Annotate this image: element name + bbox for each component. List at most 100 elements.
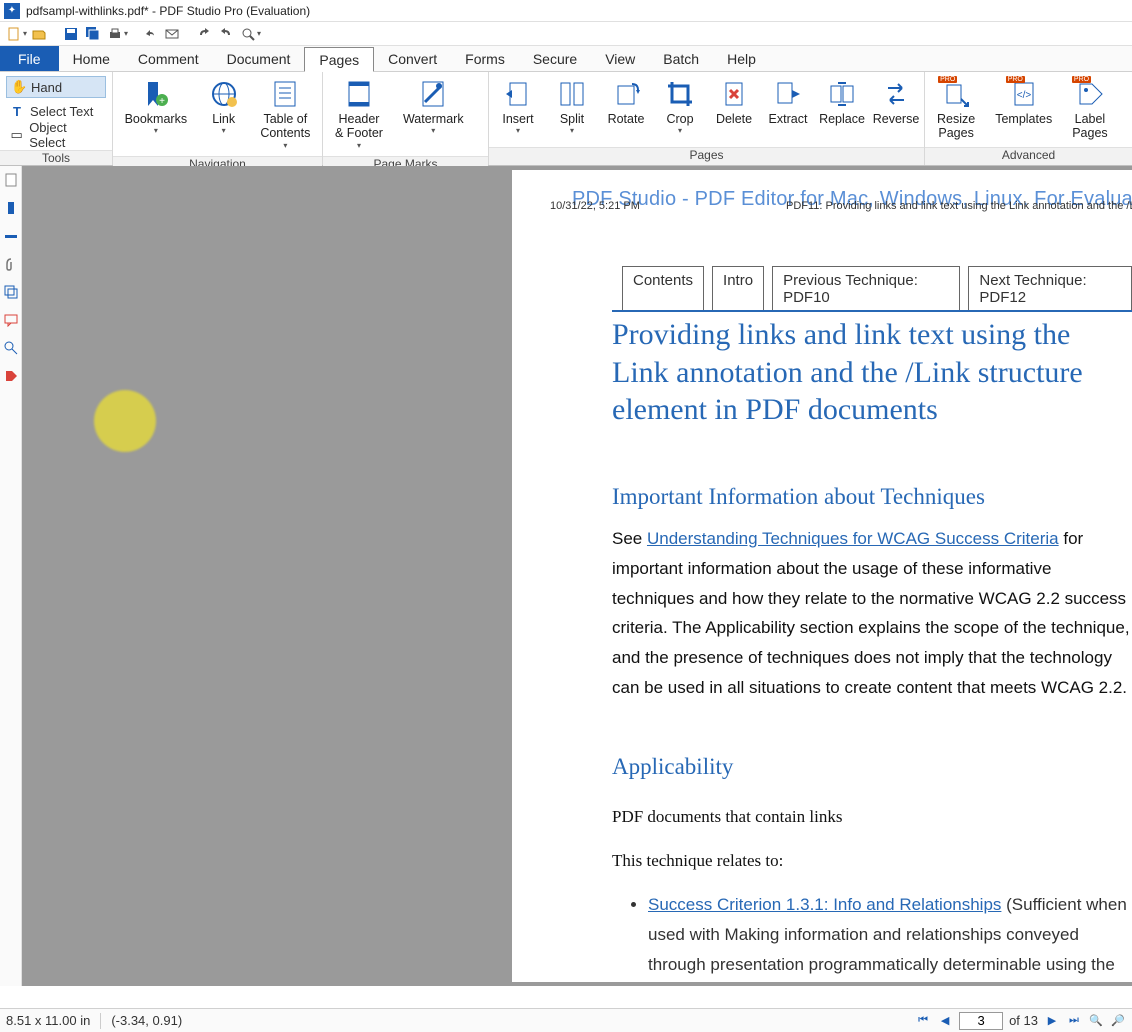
menu-batch[interactable]: Batch (649, 46, 713, 71)
resize-icon: PRO (940, 78, 972, 110)
link-icon (208, 78, 240, 110)
chevron-down-icon: ▾ (357, 141, 361, 150)
redo-icon[interactable] (216, 24, 236, 44)
email-icon[interactable] (162, 24, 182, 44)
contents-link[interactable]: Contents (622, 266, 704, 312)
page-gray-area (28, 170, 506, 982)
prev-page-button[interactable]: ◀ (937, 1013, 953, 1029)
extract-icon (772, 78, 804, 110)
menu-forms[interactable]: Forms (451, 46, 519, 71)
tool-select-text[interactable]: TSelect Text (6, 100, 106, 122)
menu-home[interactable]: Home (59, 46, 124, 71)
chevron-down-icon: ▾ (516, 126, 520, 135)
header-footer-icon (343, 78, 375, 110)
replace-button[interactable]: Replace (819, 76, 865, 128)
menu-view[interactable]: View (591, 46, 649, 71)
success-criterion-link[interactable]: Success Criterion 1.3.1: Info and Relati… (648, 895, 1001, 914)
menu-convert[interactable]: Convert (374, 46, 451, 71)
dropdown-icon[interactable]: ▾ (124, 29, 128, 38)
understanding-techniques-link[interactable]: Understanding Techniques for WCAG Succes… (647, 529, 1059, 548)
reverse-icon (880, 78, 912, 110)
revert-icon[interactable] (140, 24, 160, 44)
hand-icon: ✋ (11, 79, 25, 95)
page-content: PDF Studio - PDF Editor for Mac, Windows… (512, 170, 1132, 982)
tool-hand-label: Hand (31, 80, 62, 95)
dropdown-icon[interactable]: ▾ (23, 29, 27, 38)
svg-text:+: + (159, 96, 165, 107)
tool-hand[interactable]: ✋ Hand (6, 76, 106, 98)
print-icon[interactable] (105, 24, 125, 44)
resize-pages-button[interactable]: PROResize Pages (931, 76, 981, 143)
separator (100, 1013, 101, 1029)
header-footer-button[interactable]: Header & Footer▾ (329, 76, 389, 152)
next-technique-link[interactable]: Next Technique: PDF12 (968, 266, 1132, 312)
next-page-button[interactable]: ▶ (1044, 1013, 1060, 1029)
delete-icon (718, 78, 750, 110)
replace-label: Replace (819, 112, 865, 126)
pro-badge: PRO (1006, 76, 1025, 83)
split-button[interactable]: Split▾ (549, 76, 595, 137)
prev-technique-link[interactable]: Previous Technique: PDF10 (772, 266, 960, 312)
dropdown-icon[interactable]: ▾ (257, 29, 261, 38)
link-button[interactable]: Link▾ (201, 76, 247, 137)
insert-button[interactable]: Insert▾ (495, 76, 541, 137)
cursor-coordinates: (-3.34, 0.91) (111, 1013, 182, 1028)
menu-file[interactable]: File (0, 46, 59, 71)
save-all-icon[interactable] (83, 24, 103, 44)
doc-list: Success Criterion 1.3.1: Info and Relati… (648, 890, 1132, 982)
title-bar: ✦ pdfsampl-withlinks.pdf* - PDF Studio P… (0, 0, 1132, 22)
menu-comment[interactable]: Comment (124, 46, 213, 71)
tool-object-select[interactable]: ▭Object Select (6, 124, 106, 146)
zoom-in-button[interactable]: 🔎 (1110, 1013, 1126, 1029)
reverse-button[interactable]: Reverse (873, 76, 919, 128)
menu-document[interactable]: Document (213, 46, 305, 71)
comments-panel-icon[interactable] (3, 312, 19, 328)
delete-button[interactable]: Delete (711, 76, 757, 128)
rotate-button[interactable]: Rotate (603, 76, 649, 128)
link-label: Link (212, 112, 235, 126)
menu-bar: File Home Comment Document Pages Convert… (0, 46, 1132, 72)
app-icon: ✦ (4, 3, 20, 19)
doc-heading-1: Providing links and link text using the … (612, 316, 1132, 429)
main-area: PDF Studio - PDF Editor for Mac, Windows… (0, 166, 1132, 986)
zoom-icon[interactable] (238, 24, 258, 44)
watermark-button[interactable]: Watermark▾ (397, 76, 470, 137)
doc-paragraph-relates: This technique relates to: (612, 846, 1132, 876)
tags-panel-icon[interactable] (3, 368, 19, 384)
menu-pages[interactable]: Pages (304, 47, 374, 72)
save-icon[interactable] (61, 24, 81, 44)
reverse-label: Reverse (873, 112, 920, 126)
menu-secure[interactable]: Secure (519, 46, 591, 71)
new-file-icon[interactable] (4, 24, 24, 44)
page-number-input[interactable] (959, 1012, 1003, 1030)
crop-button[interactable]: Crop▾ (657, 76, 703, 137)
intro-link[interactable]: Intro (712, 266, 764, 312)
header-footer-label: Header & Footer (335, 112, 383, 141)
zoom-out-button[interactable]: 🔍 (1088, 1013, 1104, 1029)
bookmarks-panel-icon[interactable] (3, 200, 19, 216)
object-select-icon: ▭ (10, 127, 23, 143)
last-page-button[interactable]: ⏭ (1066, 1013, 1082, 1029)
svg-text:</>: </> (1016, 90, 1031, 101)
undo-icon[interactable] (194, 24, 214, 44)
heading-rule (612, 310, 1132, 312)
destinations-panel-icon[interactable] (3, 340, 19, 356)
extract-button[interactable]: Extract (765, 76, 811, 128)
pages-panel-icon[interactable] (3, 172, 19, 188)
label-pages-button[interactable]: PROLabel Pages (1066, 76, 1113, 143)
first-page-button[interactable]: ⏮ (915, 1013, 931, 1029)
document-canvas[interactable]: PDF Studio - PDF Editor for Mac, Windows… (22, 166, 1132, 986)
toc-label: Table of Contents (260, 112, 310, 141)
bookmarks-button[interactable]: + Bookmarks▾ (119, 76, 193, 137)
templates-button[interactable]: PRO</>Templates (989, 76, 1058, 128)
label-icon: PRO (1074, 78, 1106, 110)
menu-help[interactable]: Help (713, 46, 770, 71)
signatures-panel-icon[interactable] (3, 228, 19, 244)
pro-badge: PRO (1072, 76, 1091, 83)
doc-header: 10/31/22, 5:21 PM PDF11: Providing links… (550, 200, 1132, 212)
rotate-icon (610, 78, 642, 110)
layers-panel-icon[interactable] (3, 284, 19, 300)
toc-button[interactable]: Table of Contents▾ (255, 76, 316, 152)
attachments-panel-icon[interactable] (3, 256, 19, 272)
open-icon[interactable] (29, 24, 49, 44)
